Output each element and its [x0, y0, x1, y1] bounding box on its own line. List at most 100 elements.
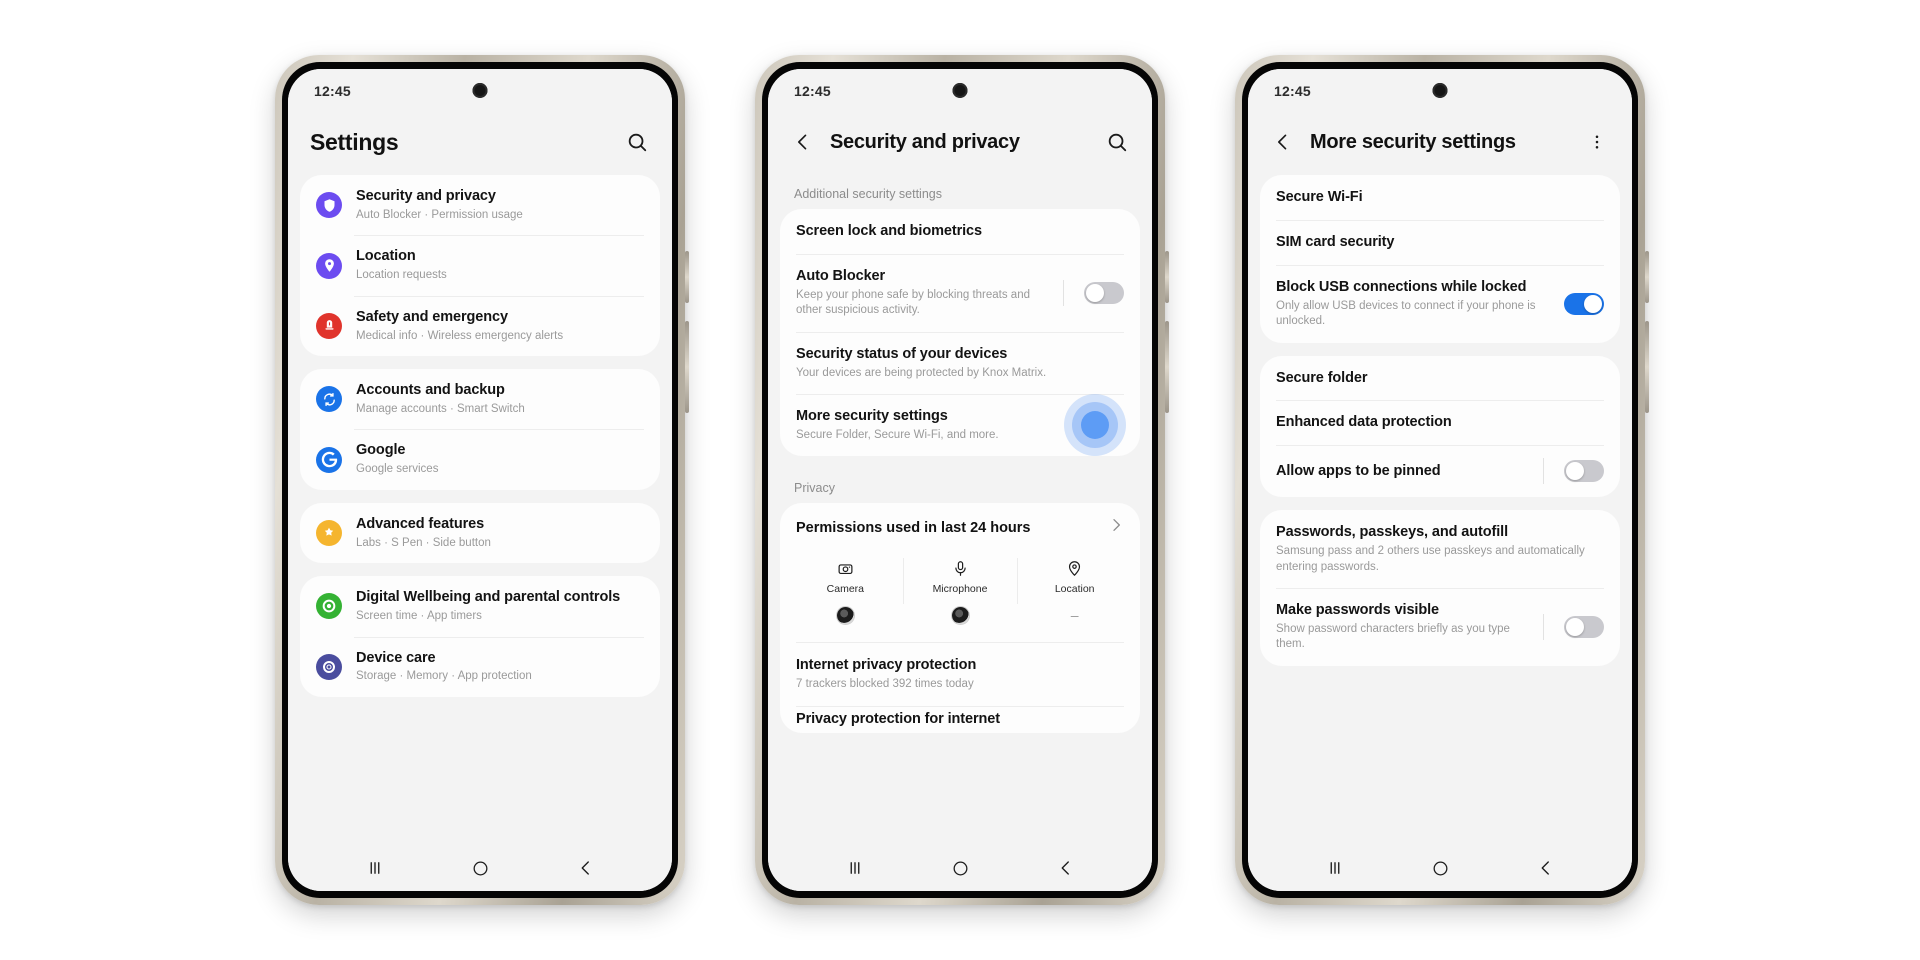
back-icon[interactable]: [577, 859, 595, 877]
row-subtitle: Storage · Memory · App protection: [356, 670, 532, 683]
row-subtitle: Show password characters briefly as you …: [1276, 622, 1510, 651]
back-chevron-icon[interactable]: [790, 129, 816, 155]
row-title: Allow apps to be pinned: [1276, 462, 1441, 479]
row-secure-folder[interactable]: Secure folder: [1260, 356, 1620, 401]
row-privacy-protection-for-internet[interactable]: Privacy protection for internet: [780, 707, 1140, 733]
settings-row-accounts-and-backup[interactable]: Accounts and backup Manage accounts · Sm…: [300, 369, 660, 429]
recents-icon[interactable]: [846, 859, 864, 877]
row-subtitle: Keep your phone safe by blocking threats…: [796, 288, 1030, 317]
row-allow-apps-to-be-pinned[interactable]: Allow apps to be pinned: [1260, 445, 1620, 497]
row-text: Location Location requests: [356, 247, 644, 283]
permission-none-dash: –: [1070, 607, 1079, 624]
permissions-title: Permissions used in last 24 hours: [796, 519, 1031, 536]
row-title: Auto Blocker: [796, 267, 886, 284]
back-chevron-icon[interactable]: [1270, 129, 1296, 155]
navigation-bar: [1248, 845, 1632, 891]
settings-row-advanced-features[interactable]: Advanced features Labs · S Pen · Side bu…: [300, 503, 660, 563]
app-icon: [951, 606, 969, 624]
settings-row-device-care[interactable]: Device care Storage · Memory · App prote…: [300, 636, 660, 697]
more-security-group-2: Secure folder Enhanced data protection A…: [1260, 355, 1620, 498]
row-text: Block USB connections while locked Only …: [1276, 278, 1544, 330]
permission-cell-microphone[interactable]: Microphone: [902, 554, 1018, 628]
row-secure-wifi[interactable]: Secure Wi-Fi: [1260, 175, 1620, 220]
back-icon[interactable]: [1537, 859, 1555, 877]
row-enhanced-data-protection[interactable]: Enhanced data protection: [1260, 400, 1620, 445]
power-button[interactable]: [1645, 321, 1649, 413]
phone-mockup-more-security-settings: 12:45 More security settings Secure Wi-F…: [1235, 55, 1649, 905]
more-security-list[interactable]: Secure Wi-Fi SIM card security Block USB…: [1248, 175, 1632, 845]
power-button[interactable]: [685, 321, 689, 413]
toggle-separator: [1063, 279, 1064, 306]
settings-row-safety-and-emergency[interactable]: Safety and emergency Medical info · Wire…: [300, 295, 660, 356]
row-title: Block USB connections while locked: [1276, 278, 1527, 295]
device-care-icon: [316, 653, 342, 680]
permission-app-icon-slot: –: [1017, 602, 1132, 628]
settings-row-digital-wellbeing[interactable]: Digital Wellbeing and parental controls …: [300, 576, 660, 636]
row-title: Enhanced data protection: [1276, 414, 1452, 431]
front-camera-punchhole: [1432, 83, 1448, 98]
row-auto-blocker[interactable]: Auto Blocker Keep your phone safe by blo…: [780, 253, 1140, 332]
search-icon[interactable]: [1104, 129, 1130, 155]
row-security-status[interactable]: Security status of your devices Your dev…: [780, 331, 1140, 394]
row-subtitle: Google services: [356, 463, 439, 476]
row-passwords-passkeys-autofill[interactable]: Passwords, passkeys, and autofill Samsun…: [1260, 510, 1620, 588]
permission-cell-camera[interactable]: Camera: [788, 554, 903, 628]
emergency-icon: [316, 312, 342, 339]
row-block-usb-connections[interactable]: Block USB connections while locked Only …: [1260, 264, 1620, 343]
back-icon[interactable]: [1057, 859, 1075, 877]
block-usb-toggle[interactable]: [1564, 292, 1604, 315]
front-camera-punchhole: [472, 83, 488, 98]
allow-apps-pinned-toggle[interactable]: [1564, 460, 1604, 483]
row-text: Digital Wellbeing and parental controls …: [356, 588, 644, 624]
recents-icon[interactable]: [366, 859, 384, 877]
make-passwords-visible-toggle[interactable]: [1564, 616, 1604, 639]
row-text: Secure folder: [1276, 369, 1604, 388]
screen-settings: 12:45 Settings Security and privacy Auto…: [288, 69, 672, 891]
kebab-menu-icon[interactable]: [1584, 129, 1610, 155]
row-make-passwords-visible[interactable]: Make passwords visible Show password cha…: [1260, 588, 1620, 666]
toggle-knob: [1584, 294, 1602, 313]
row-subtitle: Location requests: [356, 269, 447, 282]
security-list[interactable]: Additional security settings Screen lock…: [768, 175, 1152, 845]
permission-app-icon-slot: [788, 602, 903, 628]
row-text: Google Google services: [356, 441, 644, 477]
row-text: Internet privacy protection 7 trackers b…: [796, 656, 1124, 692]
permissions-header[interactable]: Permissions used in last 24 hours: [780, 503, 1140, 550]
home-icon[interactable]: [1431, 859, 1450, 878]
permission-name: Location: [1054, 583, 1095, 596]
row-more-security-settings[interactable]: More security settings Secure Folder, Se…: [780, 394, 1140, 457]
row-sim-card-security[interactable]: SIM card security: [1260, 219, 1620, 265]
volume-button[interactable]: [685, 251, 689, 303]
home-icon[interactable]: [471, 859, 490, 878]
phone-bezel: 12:45 Settings Security and privacy Auto…: [282, 62, 678, 898]
home-icon[interactable]: [951, 859, 970, 878]
toggle-separator: [1543, 614, 1544, 641]
navigation-bar: [768, 845, 1152, 891]
additional-security-card: Screen lock and biometrics Auto Blocker …: [780, 209, 1140, 457]
row-text: Enhanced data protection: [1276, 413, 1604, 432]
row-text: Make passwords visible Show password cha…: [1276, 601, 1525, 653]
search-icon[interactable]: [624, 129, 650, 155]
recents-icon[interactable]: [1326, 859, 1344, 877]
settings-row-security-and-privacy[interactable]: Security and privacy Auto Blocker · Perm…: [300, 175, 660, 235]
volume-button[interactable]: [1645, 251, 1649, 303]
row-subtitle: Auto Blocker · Permission usage: [356, 208, 523, 221]
row-title: SIM card security: [1276, 233, 1395, 250]
page-title: Settings: [310, 128, 399, 155]
chevron-right-icon[interactable]: [1108, 517, 1124, 538]
row-screen-lock-and-biometrics[interactable]: Screen lock and biometrics: [780, 209, 1140, 254]
settings-list[interactable]: Security and privacy Auto Blocker · Perm…: [288, 175, 672, 845]
privacy-card: Permissions used in last 24 hours Camera: [780, 503, 1140, 733]
settings-row-location[interactable]: Location Location requests: [300, 235, 660, 295]
row-subtitle: Medical info · Wireless emergency alerts: [356, 329, 564, 342]
settings-row-google[interactable]: Google Google services: [300, 429, 660, 489]
volume-button[interactable]: [1165, 251, 1169, 303]
power-button[interactable]: [1165, 321, 1169, 413]
settings-group-advanced: Advanced features Labs · S Pen · Side bu…: [300, 502, 660, 564]
row-internet-privacy-protection[interactable]: Internet privacy protection 7 trackers b…: [780, 643, 1140, 705]
permission-name: Camera: [826, 583, 865, 596]
microphone-icon: [903, 556, 1018, 580]
permission-cell-location[interactable]: Location –: [1017, 554, 1132, 628]
row-text: Advanced features Labs · S Pen · Side bu…: [356, 515, 644, 551]
auto-blocker-toggle[interactable]: [1084, 281, 1124, 304]
